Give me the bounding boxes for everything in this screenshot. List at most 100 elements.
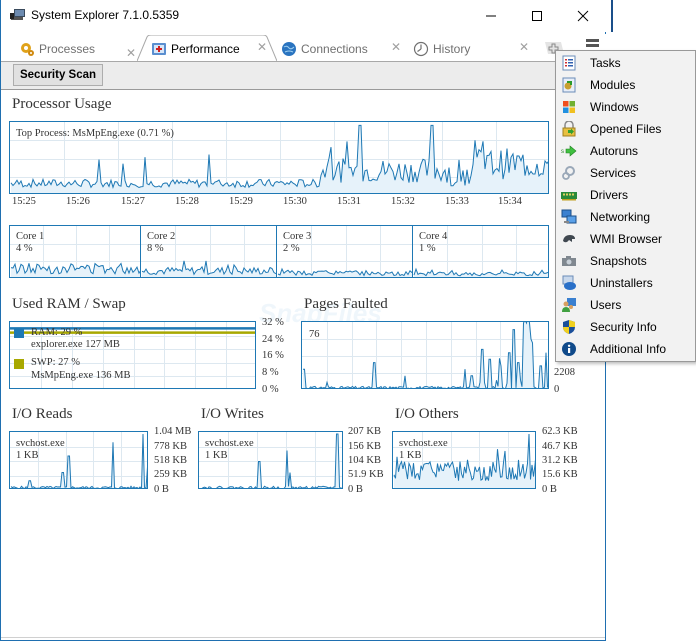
menu-item-label: Drivers: [590, 188, 628, 202]
io-value: 1 KB: [399, 450, 422, 461]
pages-faulted-value: 76: [309, 329, 320, 340]
time-tick: 15:32: [391, 196, 415, 207]
tab-history[interactable]: History: [413, 36, 470, 61]
ram-axis-tick: 8 %: [262, 367, 279, 378]
info-icon: [562, 342, 576, 356]
tab-performance[interactable]: Performance: [151, 36, 240, 61]
io-axis-tick: 259 KB: [154, 469, 187, 480]
core-line: [413, 267, 548, 277]
time-tick: 15:26: [66, 196, 90, 207]
modules-menu: Tasks Modules Windows Opened Files s Aut…: [555, 50, 696, 362]
core-value: 1 %: [419, 243, 436, 254]
ram-axis-tick: 24 %: [262, 334, 284, 345]
menu-item-autoruns[interactable]: s Autoruns: [556, 140, 695, 162]
io-reads-title: I/O Reads: [12, 406, 73, 422]
tab-close-history[interactable]: ✕: [519, 40, 529, 54]
opened-files-icon: [562, 121, 576, 137]
core-area: [142, 260, 276, 277]
core-name: Core 4: [419, 231, 448, 242]
ram-swap-title: Used RAM / Swap: [12, 296, 126, 312]
tab-bar: Processes ✕ Performance ✕ Connections ✕: [1, 34, 606, 62]
menu-button[interactable]: [586, 38, 600, 50]
security-scan-button[interactable]: Security Scan: [13, 64, 103, 86]
io-value: 1 KB: [16, 450, 39, 461]
time-tick: 15:28: [175, 196, 199, 207]
drivers-icon: [561, 192, 577, 201]
menu-item-snapshots[interactable]: Snapshots: [556, 250, 695, 272]
close-icon: [577, 10, 589, 22]
io-process: svchost.exe: [16, 438, 65, 449]
pages-faulted-title: Pages Faulted: [304, 296, 388, 312]
uninstallers-icon: [562, 275, 576, 290]
snapshots-icon: [562, 256, 576, 266]
menu-item-services[interactable]: Services: [556, 162, 695, 184]
menu-item-modules[interactable]: Modules: [556, 74, 695, 96]
io-axis-tick: 51.9 KB: [348, 469, 384, 480]
io-axis-tick: 518 KB: [154, 455, 187, 466]
menu-item-uninstallers[interactable]: Uninstallers: [556, 272, 695, 294]
minimize-button[interactable]: [468, 0, 514, 32]
menu-item-wmi-browser[interactable]: WMI Browser: [556, 228, 695, 250]
time-tick: 15:34: [498, 196, 522, 207]
menu-item-label: Modules: [590, 78, 636, 92]
services-icon: [562, 166, 575, 180]
menu-item-windows[interactable]: Windows: [556, 96, 695, 118]
tab-close-performance[interactable]: ✕: [257, 40, 267, 54]
tab-label: History: [433, 41, 471, 56]
security-icon: [563, 320, 575, 334]
time-tick: 15:30: [283, 196, 307, 207]
time-tick: 15:25: [12, 196, 36, 207]
menu-item-label: Windows: [590, 100, 639, 114]
pages-faulted-graph: [302, 322, 548, 388]
window-edge: [611, 0, 613, 32]
tasks-icon: [562, 55, 576, 71]
networking-icon: [561, 209, 577, 224]
ram-legend-swatch: [14, 328, 24, 338]
core-value: 8 %: [147, 243, 164, 254]
medkit-icon: [152, 42, 166, 55]
io-process: svchost.exe: [399, 438, 448, 449]
io-axis-tick: 15.6 KB: [542, 469, 578, 480]
menu-item-label: Security Info: [590, 320, 657, 334]
menu-item-additional-info[interactable]: Additional Info: [556, 338, 695, 360]
menu-item-drivers[interactable]: Drivers: [556, 184, 695, 206]
menu-item-security-info[interactable]: Security Info: [556, 316, 695, 338]
title-bar[interactable]: System Explorer 7.1.0.5359: [1, 0, 606, 32]
tab-connections[interactable]: Connections: [281, 36, 368, 61]
swap-legend-swatch: [14, 359, 24, 369]
processor-usage-title: Processor Usage: [12, 96, 112, 112]
tab-label: Processes: [39, 41, 96, 56]
wmi-icon: [563, 235, 575, 243]
tab-processes[interactable]: Processes: [19, 36, 95, 61]
hamburger-icon: [586, 39, 599, 42]
io-writes-chart: svchost.exe 1 KB: [198, 431, 343, 489]
menu-item-users[interactable]: Users: [556, 294, 695, 316]
menu-item-label: Networking: [590, 210, 651, 224]
minimize-icon: [486, 15, 496, 17]
tab-label: Connections: [301, 41, 368, 56]
pages-axis-tick: 0: [554, 384, 560, 395]
maximize-button[interactable]: [514, 0, 560, 32]
io-axis-tick: 778 KB: [154, 441, 187, 452]
io-axis-tick: 62.3 KB: [542, 426, 578, 437]
pages-faulted-chart: 76: [301, 321, 549, 389]
core-area: [278, 269, 412, 277]
menu-item-label: Users: [590, 298, 622, 312]
window-title: System Explorer 7.1.0.5359: [31, 8, 180, 22]
io-axis-tick: 0 B: [348, 484, 363, 495]
tab-close-connections[interactable]: ✕: [391, 40, 401, 54]
menu-item-tasks[interactable]: Tasks: [556, 52, 695, 74]
menu-item-opened-files[interactable]: Opened Files: [556, 118, 695, 140]
io-others-chart: svchost.exe 1 KB: [392, 431, 536, 489]
gear-icon: [21, 42, 34, 56]
close-button[interactable]: [560, 0, 606, 32]
menu-item-networking[interactable]: Networking: [556, 206, 695, 228]
io-axis-tick: 104 KB: [348, 455, 381, 466]
core-name: Core 3: [283, 231, 312, 242]
core-name: Core 1: [16, 231, 45, 242]
io-process: svchost.exe: [205, 438, 254, 449]
menu-item-label: Services: [590, 166, 637, 180]
menu-item-label: Opened Files: [590, 122, 662, 136]
menu-item-label: Additional Info: [590, 342, 667, 356]
io-axis-tick: 46.7 KB: [542, 441, 578, 452]
